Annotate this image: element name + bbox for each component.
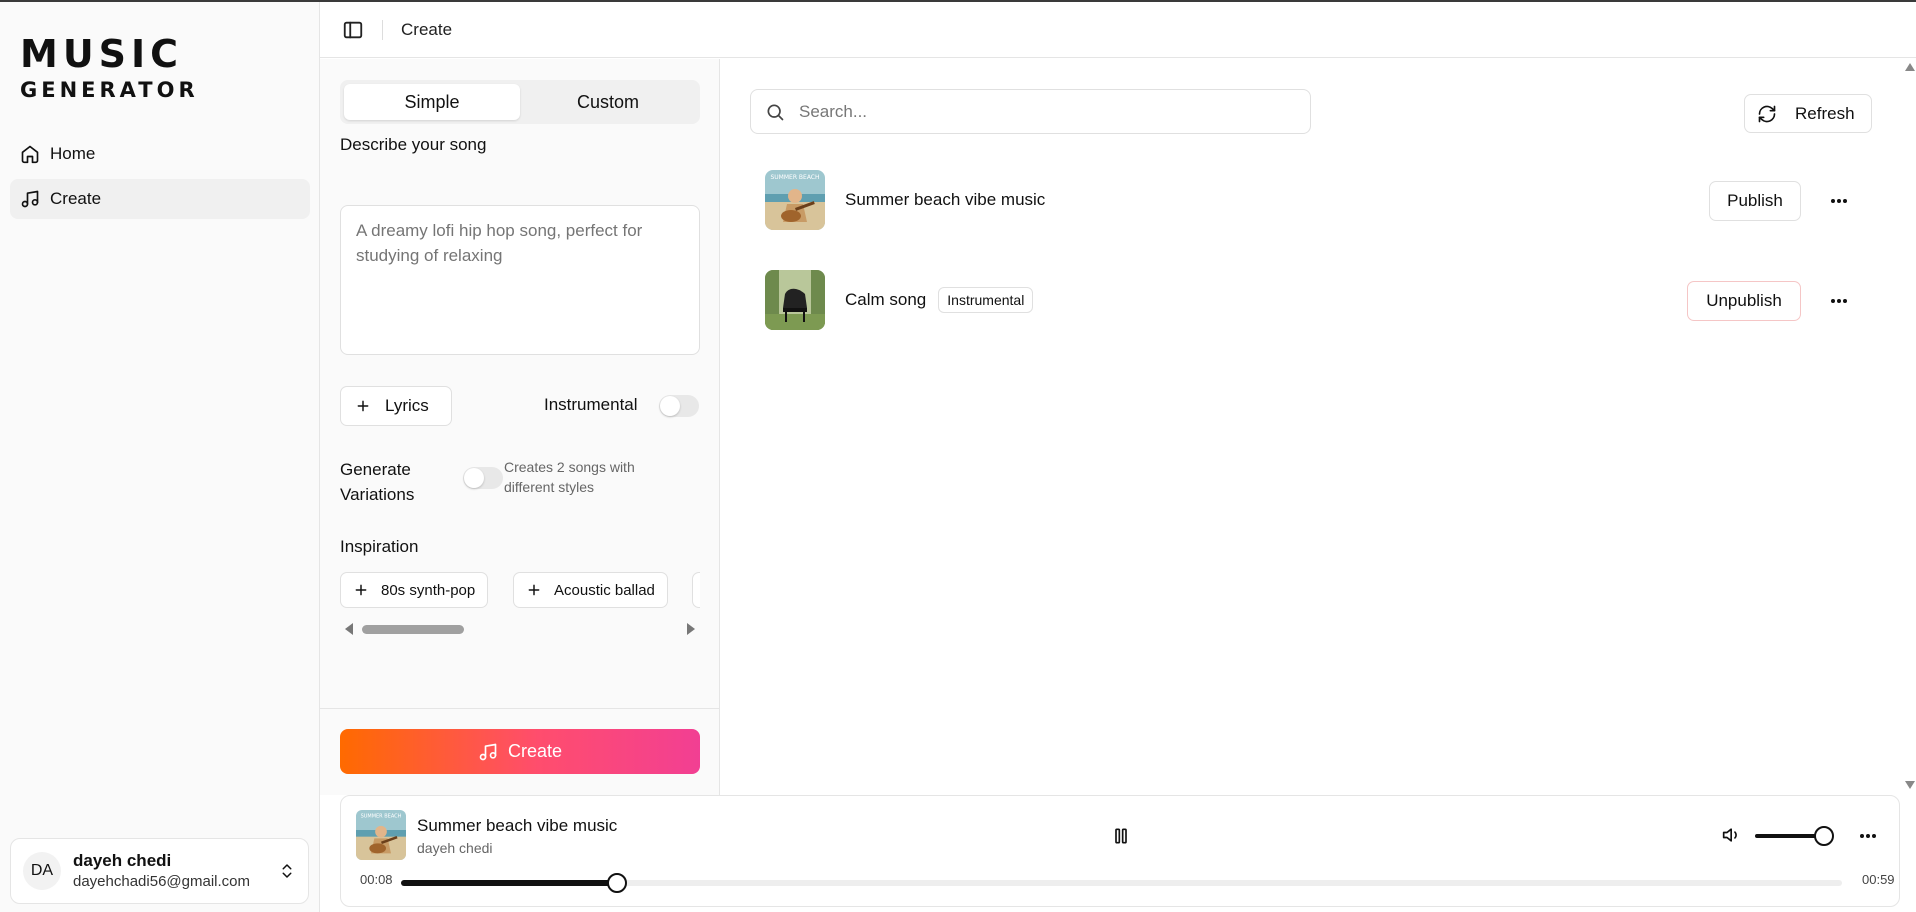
song-title: Summer beach vibe music (845, 190, 1046, 209)
variations-hint-line1: Creates 2 songs with (504, 459, 635, 475)
song-title: Calm song (845, 290, 927, 309)
scroll-left-icon[interactable] (344, 623, 354, 635)
logo-line1: MUSIC (20, 32, 184, 76)
divider (320, 708, 720, 709)
scroll-right-icon[interactable] (686, 623, 696, 635)
page-title: Create (401, 19, 453, 39)
variations-hint-line2: different styles (504, 479, 595, 495)
instrumental-badge: Instrumental (938, 287, 1034, 313)
variations-toggle[interactable] (463, 467, 503, 489)
plus-icon (355, 584, 367, 596)
current-time: 00:08 (360, 872, 393, 887)
piano-forest-thumbnail (765, 270, 825, 330)
more-options-icon[interactable] (1827, 189, 1851, 213)
variations-label-line2: Variations (340, 485, 415, 504)
page-scrollbar[interactable] (1904, 59, 1916, 795)
song-row[interactable]: SUMMER BEACH Summer beach vibe music (765, 169, 1835, 231)
scroll-up-icon[interactable] (1905, 63, 1915, 71)
sidebar-item-create[interactable]: Create (10, 179, 310, 219)
more-options-icon[interactable] (1856, 824, 1880, 848)
inspiration-chip-partial[interactable] (692, 572, 700, 608)
chip-label: Acoustic ballad (554, 581, 655, 599)
chips-scrollbar[interactable] (340, 621, 700, 637)
sidebar-item-label: Home (50, 144, 96, 163)
beach-guitar-thumbnail: SUMMER BEACH (765, 170, 825, 230)
lyrics-label: Lyrics (385, 396, 429, 415)
song-row[interactable]: Calm song Instrumental (765, 269, 1835, 331)
publish-button[interactable]: Publish (1709, 181, 1801, 221)
song-description-input[interactable] (340, 205, 700, 355)
variations-hint: Creates 2 songs with different styles (504, 457, 635, 497)
user-menu[interactable]: DA dayeh chedi dayehchadi56@gmail.com (10, 838, 309, 904)
inspiration-label: Inspiration (340, 537, 419, 556)
home-icon (21, 145, 39, 164)
inspiration-chip[interactable]: 80s synth-pop (340, 572, 489, 608)
pause-icon[interactable] (1111, 826, 1131, 846)
tab-custom[interactable]: Custom (520, 84, 696, 120)
scrollbar-thumb[interactable] (362, 625, 464, 634)
thumbnail-text: SUMMER BEACH (361, 814, 402, 820)
now-playing-artist: dayeh chedi (417, 840, 493, 856)
create-button-label: Create (507, 741, 563, 761)
music-note-icon (21, 190, 39, 208)
mode-tabs: Simple Custom (340, 80, 700, 124)
inspiration-chip[interactable]: Acoustic ballad (513, 572, 668, 608)
sidebar-item-label: Create (50, 189, 102, 208)
create-form-panel: Simple Custom Describe your song Lyrics … (320, 59, 720, 795)
app-logo[interactable]: MUSIC GENERATOR (20, 34, 199, 104)
search-input[interactable] (799, 101, 1279, 122)
add-lyrics-button[interactable]: Lyrics (340, 386, 452, 426)
sidebar: MUSIC GENERATOR Home Create DA dayeh che… (0, 2, 320, 912)
refresh-icon (1758, 105, 1776, 122)
avatar: DA (23, 852, 61, 890)
user-info: dayeh chedi dayehchadi56@gmail.com (73, 850, 250, 892)
chip-label: 80s synth-pop (381, 581, 476, 599)
audio-player: SUMMER BEACH Summer beach vibe music day… (340, 795, 1900, 907)
total-time: 00:59 (1862, 872, 1895, 887)
progress-handle[interactable] (607, 873, 628, 893)
volume-icon[interactable] (1722, 825, 1742, 845)
thumbnail-text: SUMMER BEACH (770, 174, 819, 181)
refresh-label: Refresh (1795, 103, 1855, 123)
volume-slider-handle[interactable] (1814, 826, 1834, 846)
user-email: dayehchadi56@gmail.com (73, 873, 250, 890)
scroll-down-icon[interactable] (1905, 781, 1915, 789)
more-options-icon[interactable] (1827, 289, 1851, 313)
variations-label-line1: Generate (340, 460, 411, 479)
user-name: dayeh chedi (73, 851, 172, 870)
progress-bar[interactable] (401, 873, 1842, 893)
chevrons-up-down-icon (282, 864, 292, 878)
describe-label: Describe your song (340, 135, 487, 154)
create-button[interactable]: Create (340, 729, 700, 774)
sidebar-toggle-icon[interactable] (342, 19, 364, 41)
sidebar-item-home[interactable]: Home (10, 134, 310, 174)
refresh-button[interactable]: Refresh (1744, 94, 1872, 133)
music-note-icon (479, 743, 497, 760)
plus-icon (528, 584, 540, 596)
search-icon (767, 104, 784, 120)
divider (382, 19, 383, 40)
search-box[interactable] (750, 89, 1311, 134)
sidebar-nav: Home Create (10, 134, 310, 224)
instrumental-toggle[interactable] (659, 395, 699, 417)
plus-icon (357, 400, 369, 412)
now-playing-title: Summer beach vibe music (417, 816, 618, 835)
beach-guitar-thumbnail: SUMMER BEACH (356, 810, 406, 860)
unpublish-button[interactable]: Unpublish (1687, 281, 1801, 321)
instrumental-label: Instrumental (544, 395, 638, 414)
logo-line2: GENERATOR (20, 78, 199, 102)
tab-simple[interactable]: Simple (344, 84, 520, 120)
song-library-panel: Refresh SUMMER BEACH Summer beach vibe m… (721, 59, 1916, 795)
progress-fill (401, 880, 618, 886)
topbar: Create (320, 2, 1916, 58)
variations-label: Generate Variations (340, 457, 414, 507)
